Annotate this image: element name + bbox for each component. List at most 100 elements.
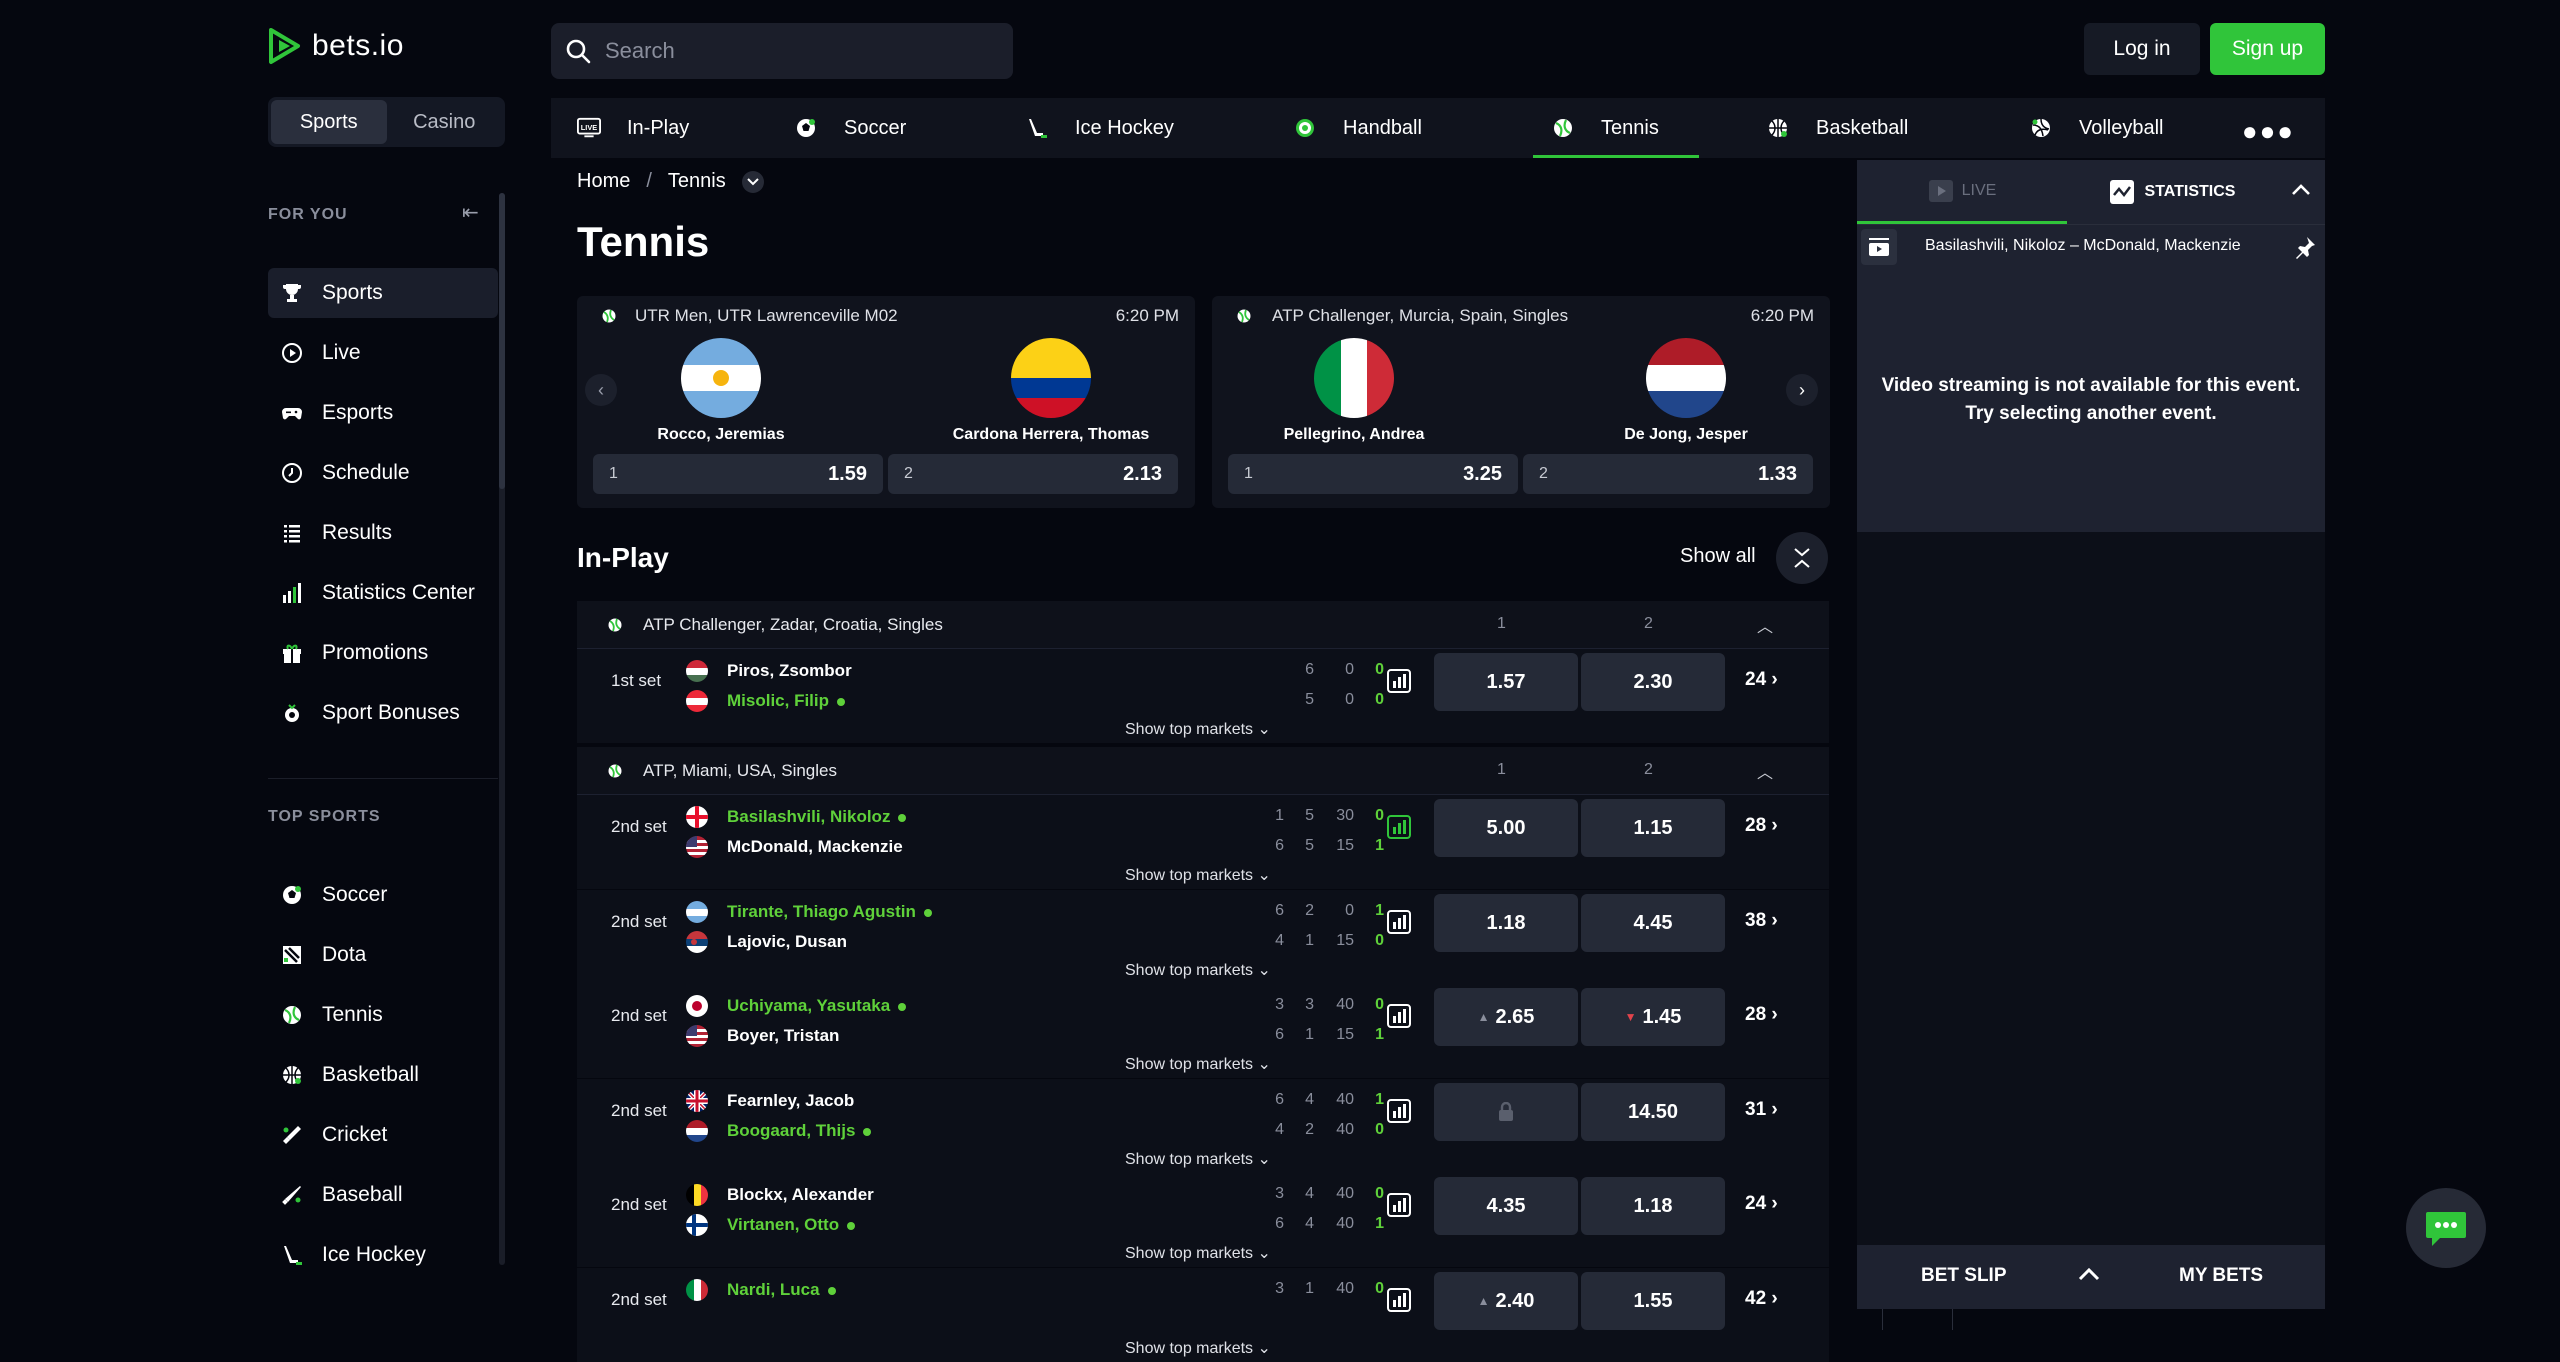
more-markets-link[interactable]: 28 ›	[1745, 1004, 1778, 1026]
featured-match-card[interactable]: UTR Men, UTR Lawrenceville M02 6:20 PM ‹…	[577, 296, 1195, 508]
odds-button-2[interactable]: ▼ 1.45	[1581, 988, 1725, 1046]
match-row[interactable]: 2nd set Tirante, Thiago Agustin Lajovic, D…	[577, 890, 1953, 984]
tab-basketball[interactable]: Basketball	[1766, 98, 1908, 158]
league-header[interactable]: ATP, Miami, USA, Singles 1 2 ︿	[577, 747, 1829, 795]
odds-button-2[interactable]: 1.55	[1581, 1272, 1725, 1330]
odds-button-1[interactable]: ▲ 2.65	[1434, 988, 1578, 1046]
odds-button-1[interactable]: 5.00	[1434, 799, 1578, 857]
sidebar-item-cricket[interactable]: Cricket	[268, 1110, 498, 1160]
sidebar-item-promotions[interactable]: Promotions	[268, 628, 498, 678]
odds-button-2[interactable]: 1.15	[1581, 799, 1725, 857]
more-markets-link[interactable]: 31 ›	[1745, 1099, 1778, 1121]
featured-match-card[interactable]: ATP Challenger, Murcia, Spain, Singles 6…	[1212, 296, 1830, 508]
match-row[interactable]: 2nd set Basilashvili, Nikoloz McDonald, Ma…	[577, 795, 1953, 889]
chevron-up-icon[interactable]	[2291, 180, 2311, 201]
odds-button[interactable]: 2 1.33	[1523, 454, 1813, 494]
tab-ice-hockey[interactable]: Ice Hockey	[1025, 98, 1174, 158]
statistics-icon[interactable]	[1387, 815, 1411, 839]
collapse-all-button[interactable]	[1776, 532, 1828, 584]
odds-button-1[interactable]: 1.18	[1434, 894, 1578, 952]
mode-sports[interactable]: Sports	[271, 100, 387, 144]
match-row[interactable]: 2nd set Nardi, Luca 3 1 40 0 ▲ 2.40 1.55 42 › Show…	[577, 1268, 1953, 1362]
odds-button-1[interactable]: 1.57	[1434, 653, 1578, 711]
sidebar-item-soccer[interactable]: Soccer	[268, 870, 498, 920]
more-markets-link[interactable]: 38 ›	[1745, 910, 1778, 932]
sidebar-item-ice-hockey[interactable]: Ice Hockey	[268, 1230, 498, 1280]
search-input[interactable]	[605, 38, 985, 64]
sidebar-item-esports[interactable]: Esports	[268, 388, 498, 438]
chevron-down-icon[interactable]	[741, 170, 764, 193]
odds-button[interactable]: 1 1.59	[593, 454, 883, 494]
sidebar-item-tennis[interactable]: Tennis	[268, 990, 498, 1040]
statistics-icon[interactable]	[1387, 669, 1411, 693]
match-row[interactable]: 2nd set Blockx, Alexander Virtanen, Otto 3 6…	[577, 1173, 1953, 1267]
bet-slip-bar[interactable]: BET SLIP MY BETS	[1857, 1245, 2325, 1309]
more-markets-link[interactable]: 42 ›	[1745, 1288, 1778, 1310]
odds-button-2[interactable]: 4.45	[1581, 894, 1725, 952]
match-row[interactable]: 2nd set Uchiyama, Yasutaka Boyer, Tristan 3…	[577, 984, 1953, 1078]
carousel-next-button[interactable]: ›	[1786, 374, 1818, 406]
chat-button[interactable]	[2406, 1188, 2486, 1268]
more-markets-link[interactable]: 28 ›	[1745, 815, 1778, 837]
search-bar[interactable]	[551, 23, 1013, 79]
statistics-icon[interactable]	[1387, 1288, 1411, 1312]
show-top-markets-link[interactable]: Show top markets ⌄	[1125, 865, 1271, 885]
sidebar-item-live[interactable]: Live	[268, 328, 498, 378]
tab-handball[interactable]: Handball	[1293, 98, 1422, 158]
sidebar-scrollbar[interactable]	[499, 193, 505, 1265]
tab-tennis[interactable]: Tennis	[1533, 98, 1699, 158]
chevron-up-icon[interactable]: ︿	[1757, 759, 1773, 783]
show-top-markets-link[interactable]: Show top markets ⌄	[1125, 1149, 1271, 1169]
odds-button-1[interactable]: 4.35	[1434, 1177, 1578, 1235]
carousel-prev-button[interactable]: ‹	[585, 374, 617, 406]
odds-button-1[interactable]: ▲ 2.40	[1434, 1272, 1578, 1330]
show-top-markets-link[interactable]: Show top markets ⌄	[1125, 719, 1271, 739]
breadcrumb-home[interactable]: Home	[577, 170, 630, 193]
odds-button-2[interactable]: 14.50	[1581, 1083, 1725, 1141]
odds-button-2[interactable]: 2.30	[1581, 653, 1725, 711]
odds-button-2[interactable]: 1.18	[1581, 1177, 1725, 1235]
pin-icon[interactable]	[2293, 235, 2317, 259]
tab-volleyball[interactable]: Volleyball	[2029, 98, 2164, 158]
statistics-icon[interactable]	[1387, 910, 1411, 934]
mode-casino[interactable]: Casino	[387, 100, 503, 144]
tab-in-play[interactable]: LIVE In-Play	[577, 98, 689, 158]
selected-event-bar[interactable]: Basilashvili, Nikoloz – McDonald, Macken…	[1857, 224, 2325, 268]
sidebar-item-results[interactable]: Results	[268, 508, 498, 558]
sidebar-item-sports[interactable]: Sports	[268, 268, 498, 318]
sidebar-item-dota[interactable]: Dota	[268, 930, 498, 980]
show-top-markets-link[interactable]: Show top markets ⌄	[1125, 1243, 1271, 1263]
statistics-icon[interactable]	[1387, 1004, 1411, 1028]
login-button[interactable]: Log in	[2084, 23, 2200, 75]
show-top-markets-link[interactable]: Show top markets ⌄	[1125, 1338, 1271, 1358]
collapse-sidebar-icon[interactable]: ⇤	[462, 200, 479, 225]
show-top-markets-link[interactable]: Show top markets ⌄	[1125, 1054, 1271, 1074]
signup-button[interactable]: Sign up	[2210, 23, 2325, 75]
odds-button[interactable]: 2 2.13	[888, 454, 1178, 494]
video-list-icon[interactable]	[1861, 229, 1897, 265]
odds-button[interactable]: 1 3.25	[1228, 454, 1518, 494]
logo[interactable]: bets.io	[268, 26, 404, 66]
sidebar-item-baseball[interactable]: Baseball	[268, 1170, 498, 1220]
match-row[interactable]: 2nd set Fearnley, Jacob Boogaard, Thijs 6 4 4…	[577, 1079, 1953, 1173]
my-bets-tab[interactable]: MY BETS	[2179, 1265, 2263, 1287]
sidebar-item-schedule[interactable]: Schedule	[268, 448, 498, 498]
sidebar-item-statistics-center[interactable]: Statistics Center	[268, 568, 498, 618]
league-header[interactable]: ATP Challenger, Zadar, Croatia, Singles …	[577, 601, 1829, 649]
sidebar-item-sport-bonuses[interactable]: Sport Bonuses	[268, 688, 498, 738]
chevron-up-icon[interactable]	[2077, 1261, 2101, 1289]
more-markets-link[interactable]: 24 ›	[1745, 1193, 1778, 1215]
bet-slip-tab[interactable]: BET SLIP	[1921, 1265, 2007, 1287]
show-top-markets-link[interactable]: Show top markets ⌄	[1125, 960, 1271, 980]
tab-live[interactable]: LIVE	[1857, 160, 2067, 224]
more-icon[interactable]: ●●●	[2242, 116, 2295, 147]
statistics-icon[interactable]	[1387, 1099, 1411, 1123]
match-row[interactable]: 1st set Piros, Zsombor Misolic, Filip 6 5 0 0 0…	[577, 649, 1953, 743]
statistics-icon[interactable]	[1387, 1193, 1411, 1217]
tab-statistics[interactable]: STATISTICS	[2067, 160, 2277, 224]
chevron-up-icon[interactable]: ︿	[1757, 613, 1773, 637]
tab-soccer[interactable]: Soccer	[794, 98, 906, 158]
sidebar-item-basketball[interactable]: Basketball	[268, 1050, 498, 1100]
show-all-link[interactable]: Show all	[1680, 545, 1756, 568]
more-markets-link[interactable]: 24 ›	[1745, 669, 1778, 691]
